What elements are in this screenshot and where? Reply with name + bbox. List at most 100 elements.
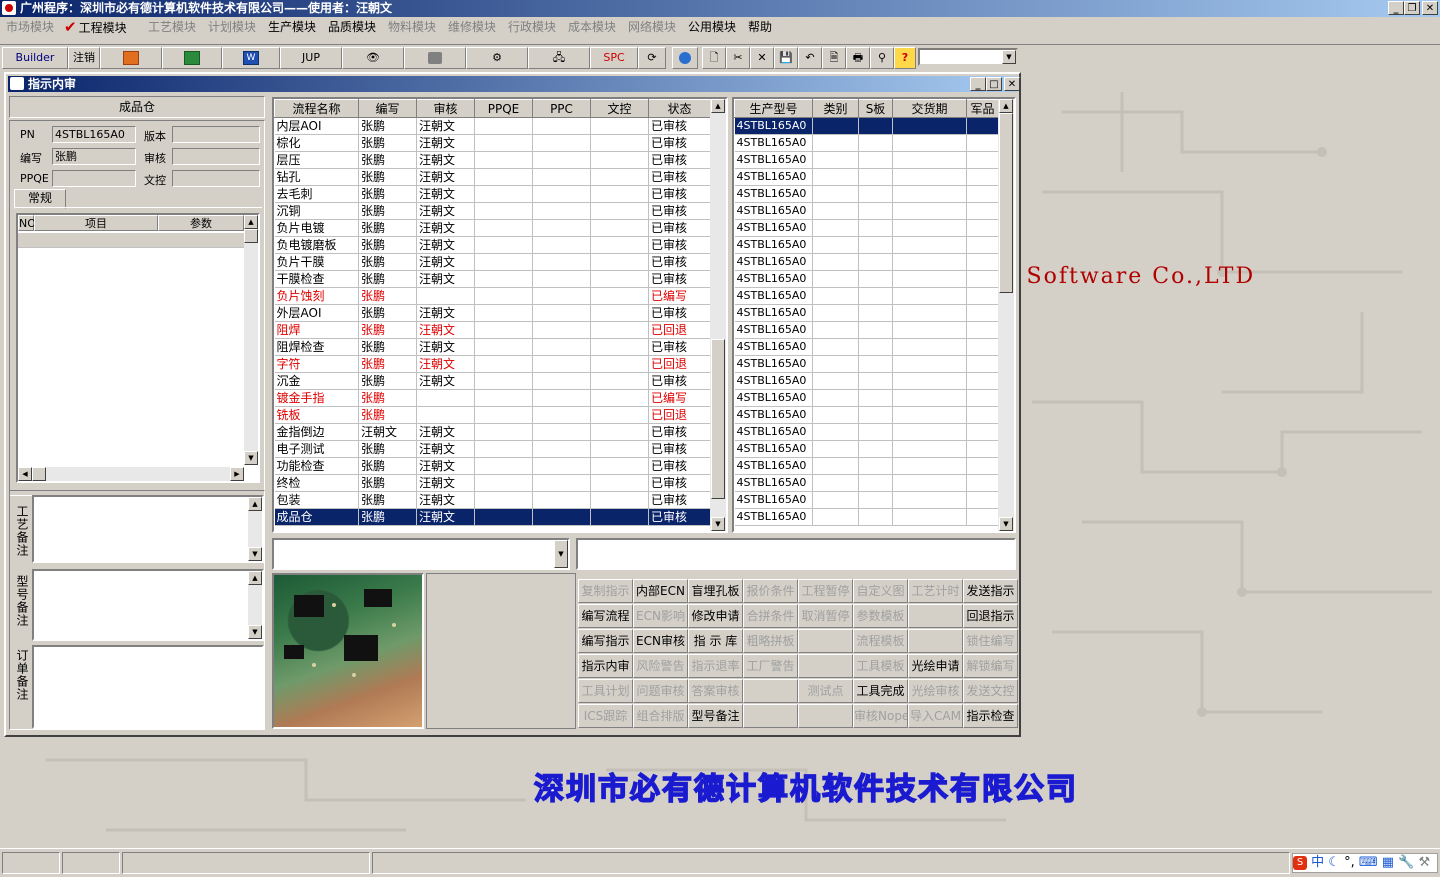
model-cell-empty[interactable]: [812, 338, 859, 356]
process-cell-reviewer[interactable]: 汪朝文: [416, 423, 475, 441]
process-row[interactable]: 负片蚀刻 张鹏 已编写: [274, 287, 711, 305]
process-cell-empty[interactable]: [474, 423, 533, 441]
process-cell-name[interactable]: 阻焊: [274, 321, 359, 339]
model-row[interactable]: 4STBL165A0: [734, 372, 999, 390]
process-cell-reviewer[interactable]: 汪朝文: [416, 270, 475, 288]
model-cell-code[interactable]: 4STBL165A0: [734, 406, 813, 424]
hscroll-thumb[interactable]: [32, 467, 46, 481]
model-cell-empty[interactable]: [966, 270, 999, 288]
process-cell-editor[interactable]: 张鹏: [358, 440, 417, 458]
model-cell-empty[interactable]: [812, 474, 859, 492]
process-cell-empty[interactable]: [590, 457, 649, 475]
action-button[interactable]: 编写流程: [578, 604, 633, 628]
action-button[interactable]: 发送文控: [963, 679, 1018, 703]
process-cell-editor[interactable]: 张鹏: [358, 253, 417, 271]
process-cell-name[interactable]: 层压: [274, 151, 359, 169]
model-cell-empty[interactable]: [892, 253, 967, 271]
model-cell-empty[interactable]: [858, 270, 893, 288]
scroll-down-icon[interactable]: ▼: [711, 517, 725, 531]
process-cell-reviewer[interactable]: 汪朝文: [416, 457, 475, 475]
model-col-header[interactable]: S板: [858, 99, 893, 118]
process-cell-name[interactable]: 去毛刺: [274, 185, 359, 203]
pn-field[interactable]: 4STBL165A0: [52, 126, 136, 143]
process-cell-empty[interactable]: [590, 423, 649, 441]
process-cell-editor[interactable]: 张鹏: [358, 389, 417, 407]
process-cell-name[interactable]: 包装: [274, 491, 359, 509]
process-cell-empty[interactable]: [474, 406, 533, 424]
scroll-thumb[interactable]: [999, 113, 1013, 293]
model-cell-empty[interactable]: [966, 474, 999, 492]
model-cell-empty[interactable]: [892, 355, 967, 373]
model-cell-empty[interactable]: [892, 185, 967, 203]
model-cell-empty[interactable]: [892, 304, 967, 322]
scroll-down-icon[interactable]: ▼: [999, 517, 1013, 531]
model-note-scroll[interactable]: ▲ ▼: [248, 571, 262, 639]
process-row[interactable]: 负片干膜 张鹏 汪朝文 已审核: [274, 253, 711, 271]
process-cell-empty[interactable]: [474, 236, 533, 254]
process-cell-empty[interactable]: [474, 134, 533, 152]
process-cell-name[interactable]: 阻焊检查: [274, 338, 359, 356]
model-cell-empty[interactable]: [966, 134, 999, 152]
model-cell-empty[interactable]: [892, 423, 967, 441]
model-cell-empty[interactable]: [858, 389, 893, 407]
preview-icon[interactable]: 🗎: [822, 47, 846, 69]
process-cell-status[interactable]: 已审核: [648, 457, 711, 475]
process-cell-name[interactable]: 沉铜: [274, 202, 359, 220]
model-cell-empty[interactable]: [858, 440, 893, 458]
scroll-down-icon[interactable]: ▼: [248, 547, 262, 561]
model-cell-code[interactable]: 4STBL165A0: [734, 117, 813, 135]
process-cell-editor[interactable]: 张鹏: [358, 508, 417, 526]
restore-button[interactable]: ❐: [1404, 1, 1420, 15]
process-cell-reviewer[interactable]: 汪朝文: [416, 219, 475, 237]
param-col-param[interactable]: 参数: [158, 215, 244, 231]
scroll-up-icon[interactable]: ▲: [999, 99, 1013, 113]
process-cell-status[interactable]: 已回退: [648, 406, 711, 424]
model-cell-code[interactable]: 4STBL165A0: [734, 219, 813, 237]
print-icon[interactable]: 🖶: [846, 47, 870, 69]
model-cell-code[interactable]: 4STBL165A0: [734, 474, 813, 492]
process-row[interactable]: 棕化 张鹏 汪朝文 已审核: [274, 134, 711, 152]
param-hscroll[interactable]: ◀ ▶: [18, 467, 244, 481]
action-button[interactable]: 流程模板: [853, 629, 908, 653]
model-cell-empty[interactable]: [812, 151, 859, 169]
action-button[interactable]: ECN影响: [633, 604, 688, 628]
process-cell-reviewer[interactable]: 汪朝文: [416, 491, 475, 509]
process-cell-status[interactable]: 已编写: [648, 389, 711, 407]
model-cell-empty[interactable]: [892, 134, 967, 152]
model-cell-empty[interactable]: [966, 236, 999, 254]
eye-icon[interactable]: 👁: [342, 47, 404, 69]
model-row[interactable]: 4STBL165A0: [734, 406, 999, 424]
refresh-icon[interactable]: ⟳: [638, 47, 666, 69]
menu-item-3[interactable]: 计划模块: [208, 19, 256, 35]
process-col-header[interactable]: 状态: [648, 99, 711, 118]
model-cell-empty[interactable]: [812, 168, 859, 186]
process-cell-empty[interactable]: [532, 406, 591, 424]
model-cell-code[interactable]: 4STBL165A0: [734, 508, 813, 526]
process-cell-empty[interactable]: [590, 338, 649, 356]
model-row[interactable]: 4STBL165A0: [734, 151, 999, 169]
process-cell-editor[interactable]: 张鹏: [358, 372, 417, 390]
excel-icon[interactable]: [162, 47, 222, 69]
scroll-thumb[interactable]: [244, 229, 258, 243]
model-cell-empty[interactable]: [812, 389, 859, 407]
scroll-down-icon[interactable]: ▼: [248, 625, 262, 639]
model-cell-empty[interactable]: [966, 219, 999, 237]
process-cell-reviewer[interactable]: 汪朝文: [416, 338, 475, 356]
punctuation-icon[interactable]: °,: [1344, 855, 1355, 870]
model-cell-empty[interactable]: [812, 185, 859, 203]
process-row[interactable]: 字符 张鹏 汪朝文 已回退: [274, 355, 711, 373]
cut-icon[interactable]: ✂: [726, 47, 750, 69]
model-cell-empty[interactable]: [812, 304, 859, 322]
action-button[interactable]: 指示检查: [963, 704, 1018, 728]
model-cell-empty[interactable]: [812, 287, 859, 305]
action-button[interactable]: 工厂警告: [743, 654, 798, 678]
process-cell-status[interactable]: 已审核: [648, 474, 711, 492]
process-col-header[interactable]: PPQE: [474, 99, 533, 118]
action-button[interactable]: 光绘审核: [908, 679, 963, 703]
process-cell-status[interactable]: 已审核: [648, 151, 711, 169]
process-cell-name[interactable]: 负片干膜: [274, 253, 359, 271]
model-cell-empty[interactable]: [892, 202, 967, 220]
model-cell-empty[interactable]: [812, 508, 859, 526]
process-col-header[interactable]: 文控: [590, 99, 649, 118]
process-cell-empty[interactable]: [532, 474, 591, 492]
